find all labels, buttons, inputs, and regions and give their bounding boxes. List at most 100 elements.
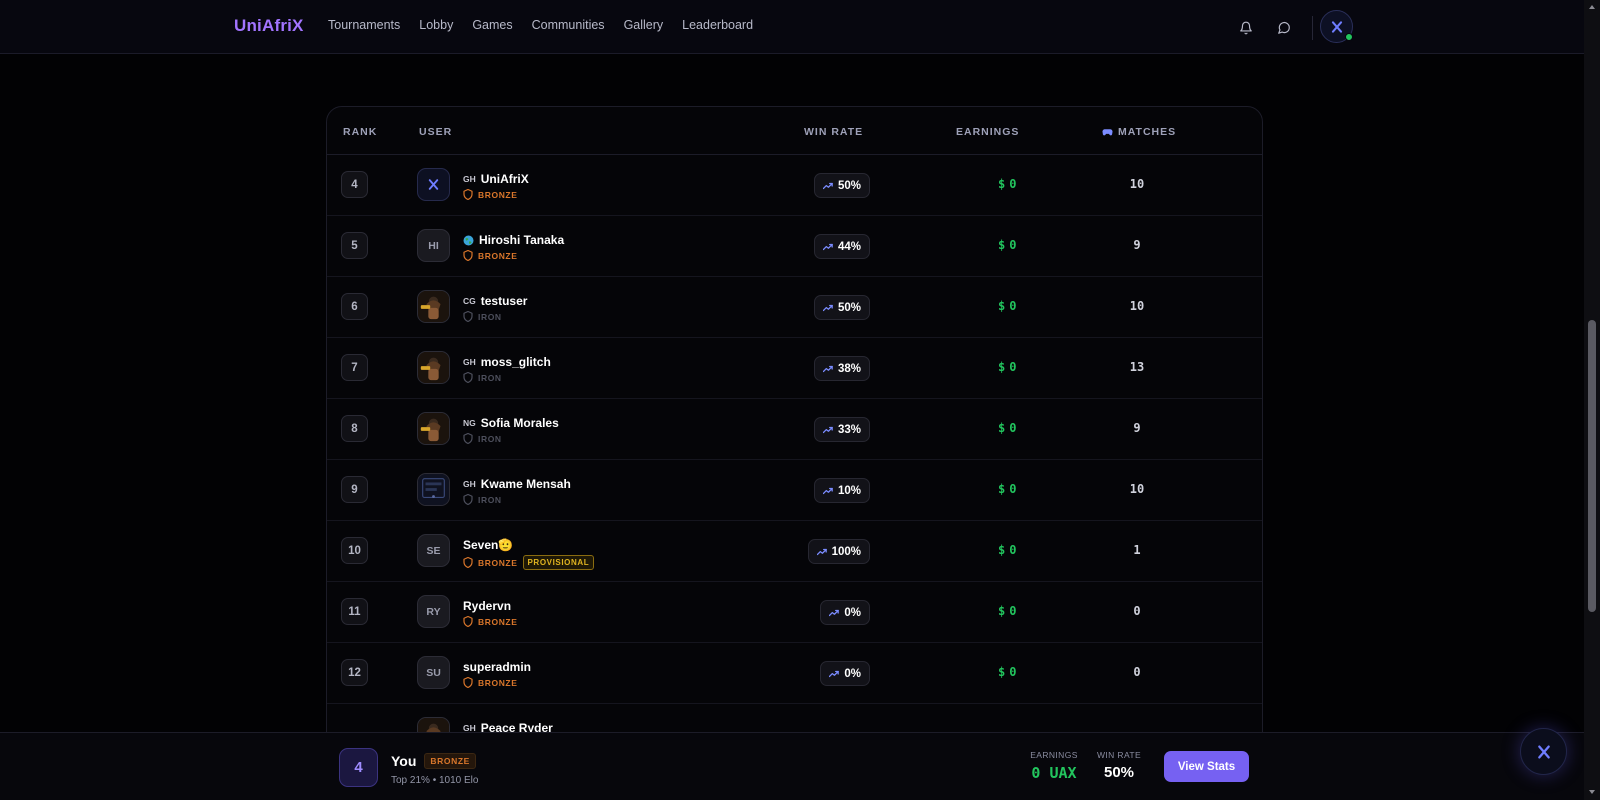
avatar[interactable] (417, 473, 450, 506)
tier-line: BRONZE PROVISIONAL (463, 555, 595, 570)
username[interactable]: Rydervn (463, 599, 511, 613)
earnings-amount: 0 (1009, 421, 1017, 435)
tier-label: IRON (478, 311, 502, 322)
nav-link-lobby[interactable]: Lobby (419, 18, 453, 32)
tier-label: IRON (478, 372, 502, 383)
username[interactable]: testuser (481, 294, 528, 308)
scroll-up-arrow-icon[interactable] (1589, 5, 1595, 9)
shield-icon (463, 250, 473, 261)
nav-icon-group (1236, 16, 1323, 40)
nav-link-leaderboard[interactable]: Leaderboard (682, 18, 753, 32)
win-rate-pill: 44% (813, 234, 870, 259)
table-row[interactable]: 8 NG Sofia Morales IRON 33% $0 9 (327, 399, 1262, 460)
win-rate-pill: 10% (813, 478, 870, 503)
earnings-value: $0 (998, 299, 1016, 313)
avatar[interactable] (417, 351, 450, 384)
table-row[interactable]: 5 HI Hiroshi Tanaka BRONZE 44% $0 9 (327, 216, 1262, 277)
trending-up-icon (829, 670, 840, 678)
currency-symbol: $ (998, 299, 1006, 313)
chat-icon[interactable] (1274, 18, 1294, 38)
avatar[interactable]: HI (417, 229, 450, 262)
bell-icon[interactable] (1236, 18, 1256, 38)
username[interactable]: UniAfriX (481, 172, 529, 186)
avatar[interactable]: SE (417, 534, 450, 567)
user-name-line: GH Kwame Mensah (463, 477, 571, 491)
page-scrollbar[interactable] (1584, 0, 1600, 800)
country-code: GH (463, 357, 476, 367)
user-avatar-button[interactable] (1320, 10, 1353, 43)
shield-icon (463, 433, 473, 444)
win-rate-value: 0% (844, 667, 861, 680)
matches-count: 13 (1129, 360, 1145, 374)
nav-link-games[interactable]: Games (472, 18, 512, 32)
win-rate-pill: 0% (820, 661, 870, 686)
nav-link-tournaments[interactable]: Tournaments (328, 18, 400, 32)
table-row[interactable]: 12 SU superadmin BRONZE 0% $0 0 (327, 643, 1262, 704)
matches-count: 0 (1133, 665, 1141, 679)
currency-symbol: $ (998, 238, 1006, 252)
table-row[interactable]: 7 GH moss_glitch IRON 38% $0 13 (327, 338, 1262, 399)
country-code: GH (463, 174, 476, 184)
header-user[interactable]: USER (419, 126, 452, 138)
win-rate-pill: 100% (807, 539, 870, 564)
username[interactable]: Hiroshi Tanaka (479, 233, 564, 247)
header-earnings[interactable]: EARNINGS (956, 126, 1019, 138)
shield-icon (463, 677, 473, 688)
table-row[interactable]: 9 GH Kwame Mensah IRON 10% $0 10 (327, 460, 1262, 521)
username[interactable]: superadmin (463, 660, 531, 674)
rank-badge: 6 (341, 293, 368, 320)
rank-badge: 8 (341, 415, 368, 442)
shield-icon (463, 189, 473, 200)
username[interactable]: Seven🫡 (463, 538, 513, 552)
trending-up-icon (829, 609, 840, 617)
tier-line: BRONZE (463, 250, 518, 261)
matches-count: 10 (1129, 482, 1145, 496)
username[interactable]: Kwame Mensah (481, 477, 571, 491)
gamepad-icon (1102, 128, 1113, 135)
tier-line: BRONZE (463, 189, 518, 200)
uniafrix-logo-icon (1331, 20, 1342, 33)
nav-link-gallery[interactable]: Gallery (624, 18, 664, 32)
earnings-amount: 0 (1009, 604, 1017, 618)
header-matches[interactable]: MATCHES (1102, 126, 1176, 138)
earnings-amount: 0 (1009, 360, 1017, 374)
leaderboard-table: RANK USER WIN RATE EARNINGS MATCHES 4 GH U… (326, 106, 1263, 800)
scrollbar-thumb[interactable] (1588, 320, 1596, 612)
table-row[interactable]: 4 GH UniAfriX BRONZE 50% $0 10 (327, 155, 1262, 216)
rank-badge: 5 (341, 232, 368, 259)
header-rank[interactable]: RANK (343, 126, 377, 138)
avatar[interactable]: RY (417, 595, 450, 628)
my-rank-badge: 4 (339, 748, 378, 787)
avatar[interactable] (417, 412, 450, 445)
username[interactable]: Sofia Morales (481, 416, 559, 430)
my-name-line: You BRONZE (391, 753, 476, 769)
avatar[interactable] (417, 290, 450, 323)
tier-line: BRONZE (463, 616, 518, 627)
avatar[interactable]: SU (417, 656, 450, 689)
brand-logo[interactable]: UniAfriX (234, 16, 304, 36)
assistant-fab-button[interactable] (1520, 728, 1567, 775)
tier-label: BRONZE (478, 189, 518, 200)
avatar[interactable] (417, 168, 450, 201)
earnings-value: $0 (998, 421, 1016, 435)
win-rate-pill: 0% (820, 600, 870, 625)
rank-badge: 12 (341, 659, 368, 686)
scroll-down-arrow-icon[interactable] (1589, 790, 1595, 794)
earnings-value: $0 (998, 604, 1016, 618)
top-nav: UniAfriX Tournaments Lobby Games Communi… (0, 0, 1584, 54)
header-matches-label: MATCHES (1118, 126, 1177, 138)
header-win-rate[interactable]: WIN RATE (804, 126, 863, 138)
table-row[interactable]: 6 CG testuser IRON 50% $0 10 (327, 277, 1262, 338)
username[interactable]: moss_glitch (481, 355, 551, 369)
earnings-amount: 0 (1009, 177, 1017, 191)
my-win-rate-stat: WIN RATE 50% (1094, 750, 1144, 781)
table-row[interactable]: 10 SE Seven🫡 BRONZE PROVISIONAL 100% $0 1 (327, 521, 1262, 582)
my-earnings-stat: EARNINGS 0 UAX (1024, 750, 1084, 782)
win-rate-pill: 33% (813, 417, 870, 442)
tier-line: BRONZE (463, 677, 518, 688)
table-row[interactable]: 11 RY Rydervn BRONZE 0% $0 0 (327, 582, 1262, 643)
view-stats-button[interactable]: View Stats (1164, 751, 1249, 782)
earnings-amount: 0 (1009, 299, 1017, 313)
nav-link-communities[interactable]: Communities (532, 18, 605, 32)
earnings-value: $0 (998, 482, 1016, 496)
